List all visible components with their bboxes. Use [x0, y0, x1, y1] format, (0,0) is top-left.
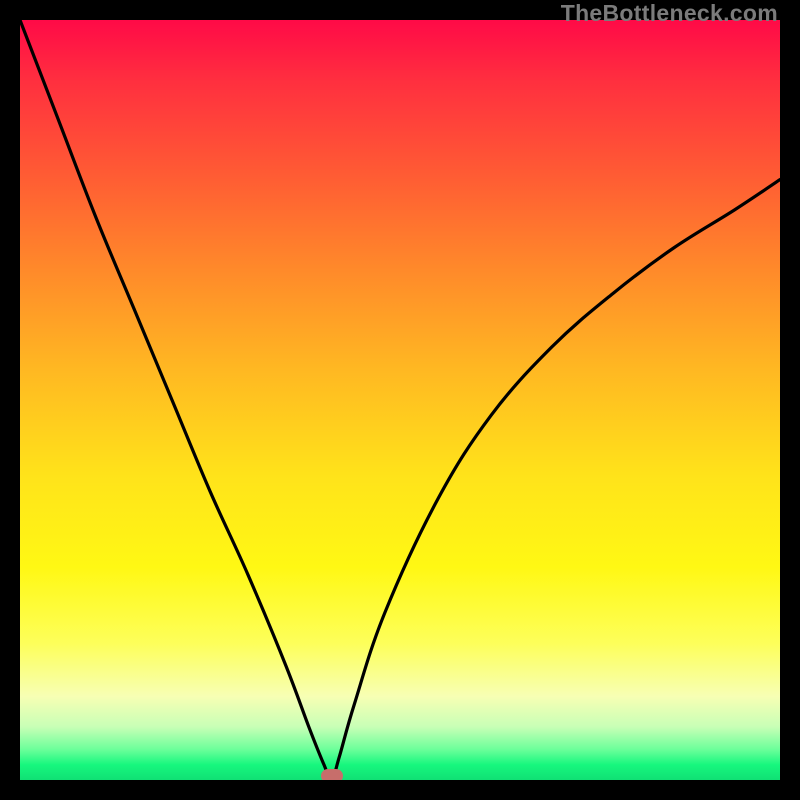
outer-frame: TheBottleneck.com [0, 0, 800, 800]
plot-area [20, 20, 780, 780]
watermark-text: TheBottleneck.com [561, 0, 778, 27]
optimal-point-marker [321, 769, 343, 780]
bottleneck-curve [20, 20, 780, 780]
